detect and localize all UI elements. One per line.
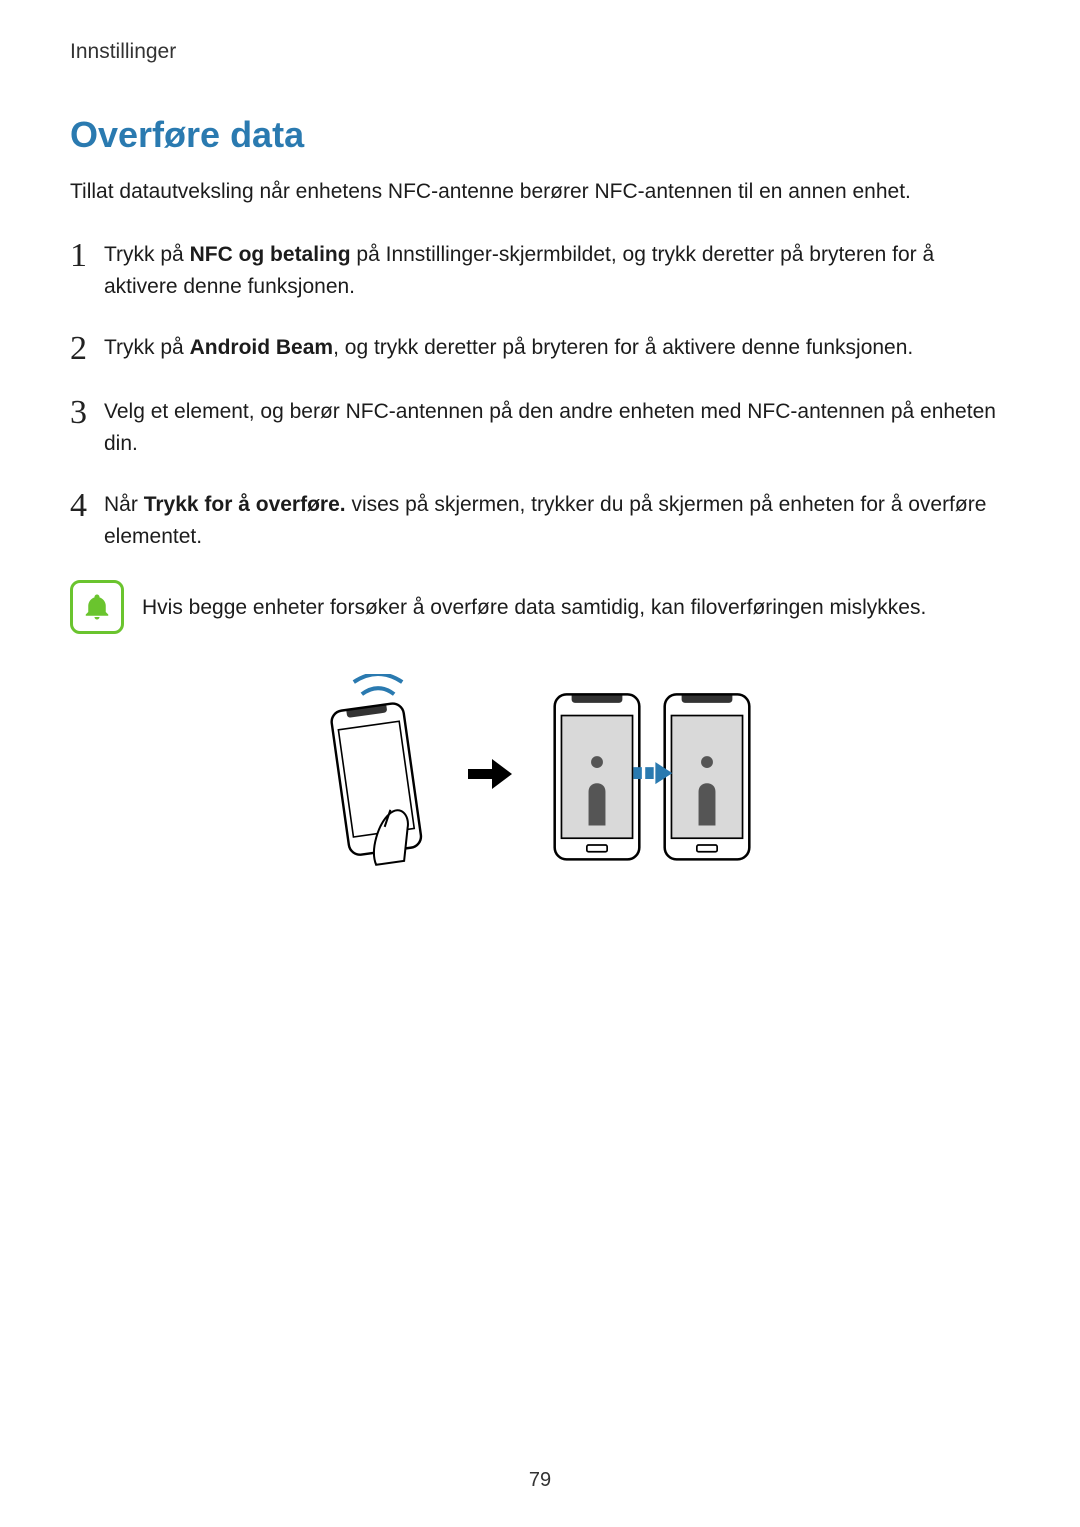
bell-icon [70, 580, 124, 634]
step-text: Når Trykk for å overføre. vises på skjer… [104, 487, 1010, 552]
nfc-illustration [70, 674, 1010, 884]
note-row: Hvis begge enheter forsøker å overføre d… [70, 580, 1010, 634]
page-header: Innstillinger [70, 40, 1010, 64]
step-text: Trykk på Android Beam, og trykk deretter… [104, 330, 1010, 364]
document-page: Innstillinger Overføre data Tillat datau… [0, 0, 1080, 1527]
step-bold: Android Beam [190, 336, 334, 359]
step-1: 1 Trykk på NFC og betaling på Innstillin… [70, 237, 1010, 302]
note-text: Hvis begge enheter forsøker å overføre d… [142, 592, 1010, 624]
phone-source-icon [318, 674, 438, 884]
page-number: 79 [0, 1469, 1080, 1492]
phone-pair-icon [542, 679, 762, 879]
step-pre: Når [104, 493, 144, 516]
step-2: 2 Trykk på Android Beam, og trykk derett… [70, 330, 1010, 366]
step-pre: Trykk på [104, 336, 190, 359]
step-bold: Trykk for å overføre. [144, 493, 346, 516]
step-text: Trykk på NFC og betaling på Innstillinge… [104, 237, 1010, 302]
step-number: 4 [70, 489, 104, 523]
step-pre: Trykk på [104, 243, 190, 266]
step-3: 3 Velg et element, og berør NFC-antennen… [70, 394, 1010, 459]
step-bold: NFC og betaling [190, 243, 351, 266]
step-number: 3 [70, 396, 104, 430]
step-post: , og trykk deretter på bryteren for å ak… [333, 336, 913, 359]
step-text: Velg et element, og berør NFC-antennen p… [104, 394, 1010, 459]
step-4: 4 Når Trykk for å overføre. vises på skj… [70, 487, 1010, 552]
arrow-right-icon [468, 756, 512, 802]
section-title: Overføre data [70, 114, 1010, 156]
section-intro: Tillat datautveksling når enhetens NFC-a… [70, 177, 1010, 207]
step-number: 1 [70, 239, 104, 273]
step-number: 2 [70, 332, 104, 366]
header-title: Innstillinger [70, 40, 176, 63]
step-post: Velg et element, og berør NFC-antennen p… [104, 400, 996, 455]
